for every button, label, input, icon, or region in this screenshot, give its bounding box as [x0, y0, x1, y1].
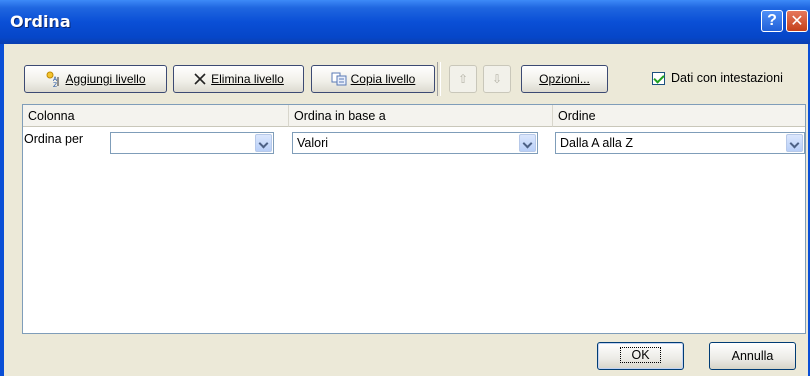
order-select-value: Dalla A alla Z [560, 136, 633, 150]
help-button[interactable]: ? [761, 10, 783, 32]
chevron-down-icon[interactable] [255, 134, 272, 152]
ok-label: OK [620, 347, 661, 363]
close-icon: ✕ [790, 11, 804, 30]
move-down-button[interactable]: ⇩ [483, 65, 511, 93]
window-border-left [0, 44, 4, 376]
headers-checkbox[interactable] [652, 71, 665, 85]
column-header-sort-on: Ordina in base a [289, 105, 553, 127]
toolbar-separator [437, 62, 441, 96]
cancel-label: Annulla [731, 349, 774, 363]
dialog-title: Ordina [10, 12, 71, 31]
order-select[interactable]: Dalla A alla Z [555, 132, 805, 154]
sort-on-select-value: Valori [297, 136, 329, 150]
move-up-button[interactable]: ⇧ [449, 65, 477, 93]
delete-x-icon [193, 72, 207, 86]
delete-level-button[interactable]: Elimina livello [173, 65, 304, 93]
options-label: Opzioni... [539, 72, 590, 86]
options-button[interactable]: Opzioni... [521, 65, 608, 93]
close-button[interactable]: ✕ [786, 10, 808, 32]
chevron-down-icon[interactable] [786, 134, 803, 152]
add-level-button[interactable]: A Z Aggiungi livello [24, 65, 167, 93]
arrow-down-icon: ⇩ [491, 72, 503, 86]
sort-on-select[interactable]: Valori [292, 132, 538, 154]
arrow-up-icon: ⇧ [457, 72, 469, 86]
column-header-order: Ordine [553, 105, 805, 127]
add-level-icon: A Z [45, 71, 61, 87]
delete-level-label: Elimina livello [211, 72, 284, 86]
column-header-colonna: Colonna [23, 105, 289, 127]
headers-checkbox-label: Dati con intestazioni [671, 71, 783, 85]
title-bar: Ordina ? ✕ [0, 0, 810, 44]
svg-text:Z: Z [53, 82, 57, 87]
cancel-button[interactable]: Annulla [709, 342, 796, 370]
copy-icon [331, 72, 347, 86]
headers-checkbox-row[interactable]: Dati con intestazioni [652, 71, 783, 85]
column-select[interactable] [110, 132, 274, 154]
sort-dialog: Ordina ? ✕ A Z Aggiungi livello Elimina … [0, 0, 810, 376]
chevron-down-icon[interactable] [519, 134, 536, 152]
ok-button[interactable]: OK [597, 342, 684, 370]
copy-level-button[interactable]: Copia livello [311, 65, 435, 93]
copy-level-label: Copia livello [350, 72, 416, 86]
add-level-label: Aggiungi livello [65, 72, 146, 86]
sort-by-label: Ordina per [24, 132, 84, 146]
sort-levels-grid: Colonna Ordina in base a Ordine Ordina p… [22, 104, 806, 334]
